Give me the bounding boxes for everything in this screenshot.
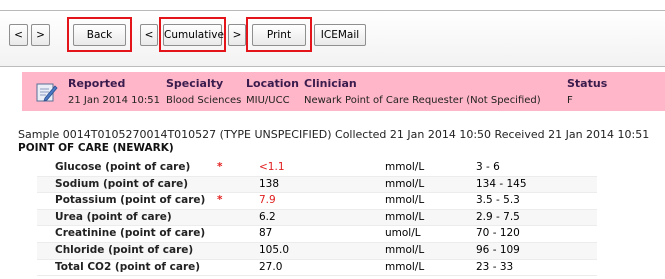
table-row: Total CO2 (point of care) 27.0 mmol/L 23… <box>37 259 597 277</box>
table-row: Sodium (point of care) 138 mmol/L 134 - … <box>37 176 597 194</box>
reported-value: 21 Jan 2014 10:51 <box>68 95 160 106</box>
location-header: Location <box>246 77 299 90</box>
specialty-header: Specialty <box>166 77 224 90</box>
back-button[interactable]: Back <box>73 24 126 46</box>
result-unit: mmol/L <box>385 194 425 207</box>
test-name: Sodium (point of care) <box>55 177 189 190</box>
result-value: 6.2 <box>259 210 276 223</box>
test-name: Urea (point of care) <box>55 210 172 223</box>
report-note-icon <box>36 83 58 102</box>
result-value: <1.1 <box>259 161 285 173</box>
next-result-button[interactable]: > <box>31 24 50 46</box>
reference-range: 2.9 - 7.5 <box>476 210 520 223</box>
reference-range: 134 - 145 <box>476 177 527 190</box>
reference-range: 3 - 6 <box>476 161 500 173</box>
result-value: 138 <box>259 177 280 190</box>
clinician-header: Clinician <box>304 77 357 90</box>
print-button[interactable]: Print <box>252 24 306 46</box>
reported-header: Reported <box>68 77 126 90</box>
toolbar-divider <box>0 66 665 67</box>
status-value: F <box>567 95 573 106</box>
cumulative-next-button[interactable]: > <box>228 24 246 46</box>
specialty-value: Blood Sciences <box>166 95 242 106</box>
status-header: Status <box>567 77 608 90</box>
result-value: 7.9 <box>259 194 276 207</box>
abnormal-flag: * <box>217 194 223 207</box>
result-value: 87 <box>259 227 273 240</box>
result-unit: mmol/L <box>385 161 425 173</box>
test-name: Creatinine (point of care) <box>55 227 206 240</box>
clinician-value: Newark Point of Care Requester (Not Spec… <box>304 95 541 106</box>
reference-range: 70 - 120 <box>476 227 520 240</box>
abnormal-flag: * <box>217 161 223 173</box>
reference-range: 23 - 33 <box>476 260 514 273</box>
report-header: Reported 21 Jan 2014 10:51 Specialty Blo… <box>22 72 665 111</box>
table-row: Urea (point of care) 6.2 mmol/L 2.9 - 7.… <box>37 209 597 227</box>
reference-range: 3.5 - 5.3 <box>476 194 520 207</box>
cumulative-prev-button[interactable]: < <box>140 24 158 46</box>
icemail-button[interactable]: ICEMail <box>314 24 366 46</box>
sample-info: Sample 0014T0105270014T010527 (TYPE UNSP… <box>18 128 650 141</box>
table-row: Potassium (point of care) * 7.9 mmol/L 3… <box>37 193 597 210</box>
table-row: Chloride (point of care) 105.0 mmol/L 96… <box>37 242 597 260</box>
test-name: Potassium (point of care) <box>55 194 206 207</box>
reference-range: 96 - 109 <box>476 243 520 256</box>
prev-result-button[interactable]: < <box>9 24 28 46</box>
results-viewer: < > Back < Cumulative > Print ICEMail Re… <box>0 0 665 279</box>
table-row: Creatinine (point of care) 87 umol/L 70 … <box>37 226 597 243</box>
result-value: 27.0 <box>259 260 283 273</box>
result-unit: mmol/L <box>385 177 425 190</box>
test-name: Total CO2 (point of care) <box>55 260 201 273</box>
result-unit: umol/L <box>385 227 421 240</box>
result-value: 105.0 <box>259 243 290 256</box>
location-value: MIU/UCC <box>246 95 290 106</box>
test-name: Chloride (point of care) <box>55 243 194 256</box>
result-unit: mmol/L <box>385 210 425 223</box>
cumulative-button[interactable]: Cumulative <box>163 24 224 46</box>
test-name: Glucose (point of care) <box>55 161 191 173</box>
results-table: Glucose (point of care) * <1.1 mmol/L 3 … <box>37 160 597 277</box>
result-unit: mmol/L <box>385 243 425 256</box>
result-unit: mmol/L <box>385 260 425 273</box>
section-title: POINT OF CARE (NEWARK) <box>18 142 174 154</box>
table-row: Glucose (point of care) * <1.1 mmol/L 3 … <box>37 160 597 177</box>
